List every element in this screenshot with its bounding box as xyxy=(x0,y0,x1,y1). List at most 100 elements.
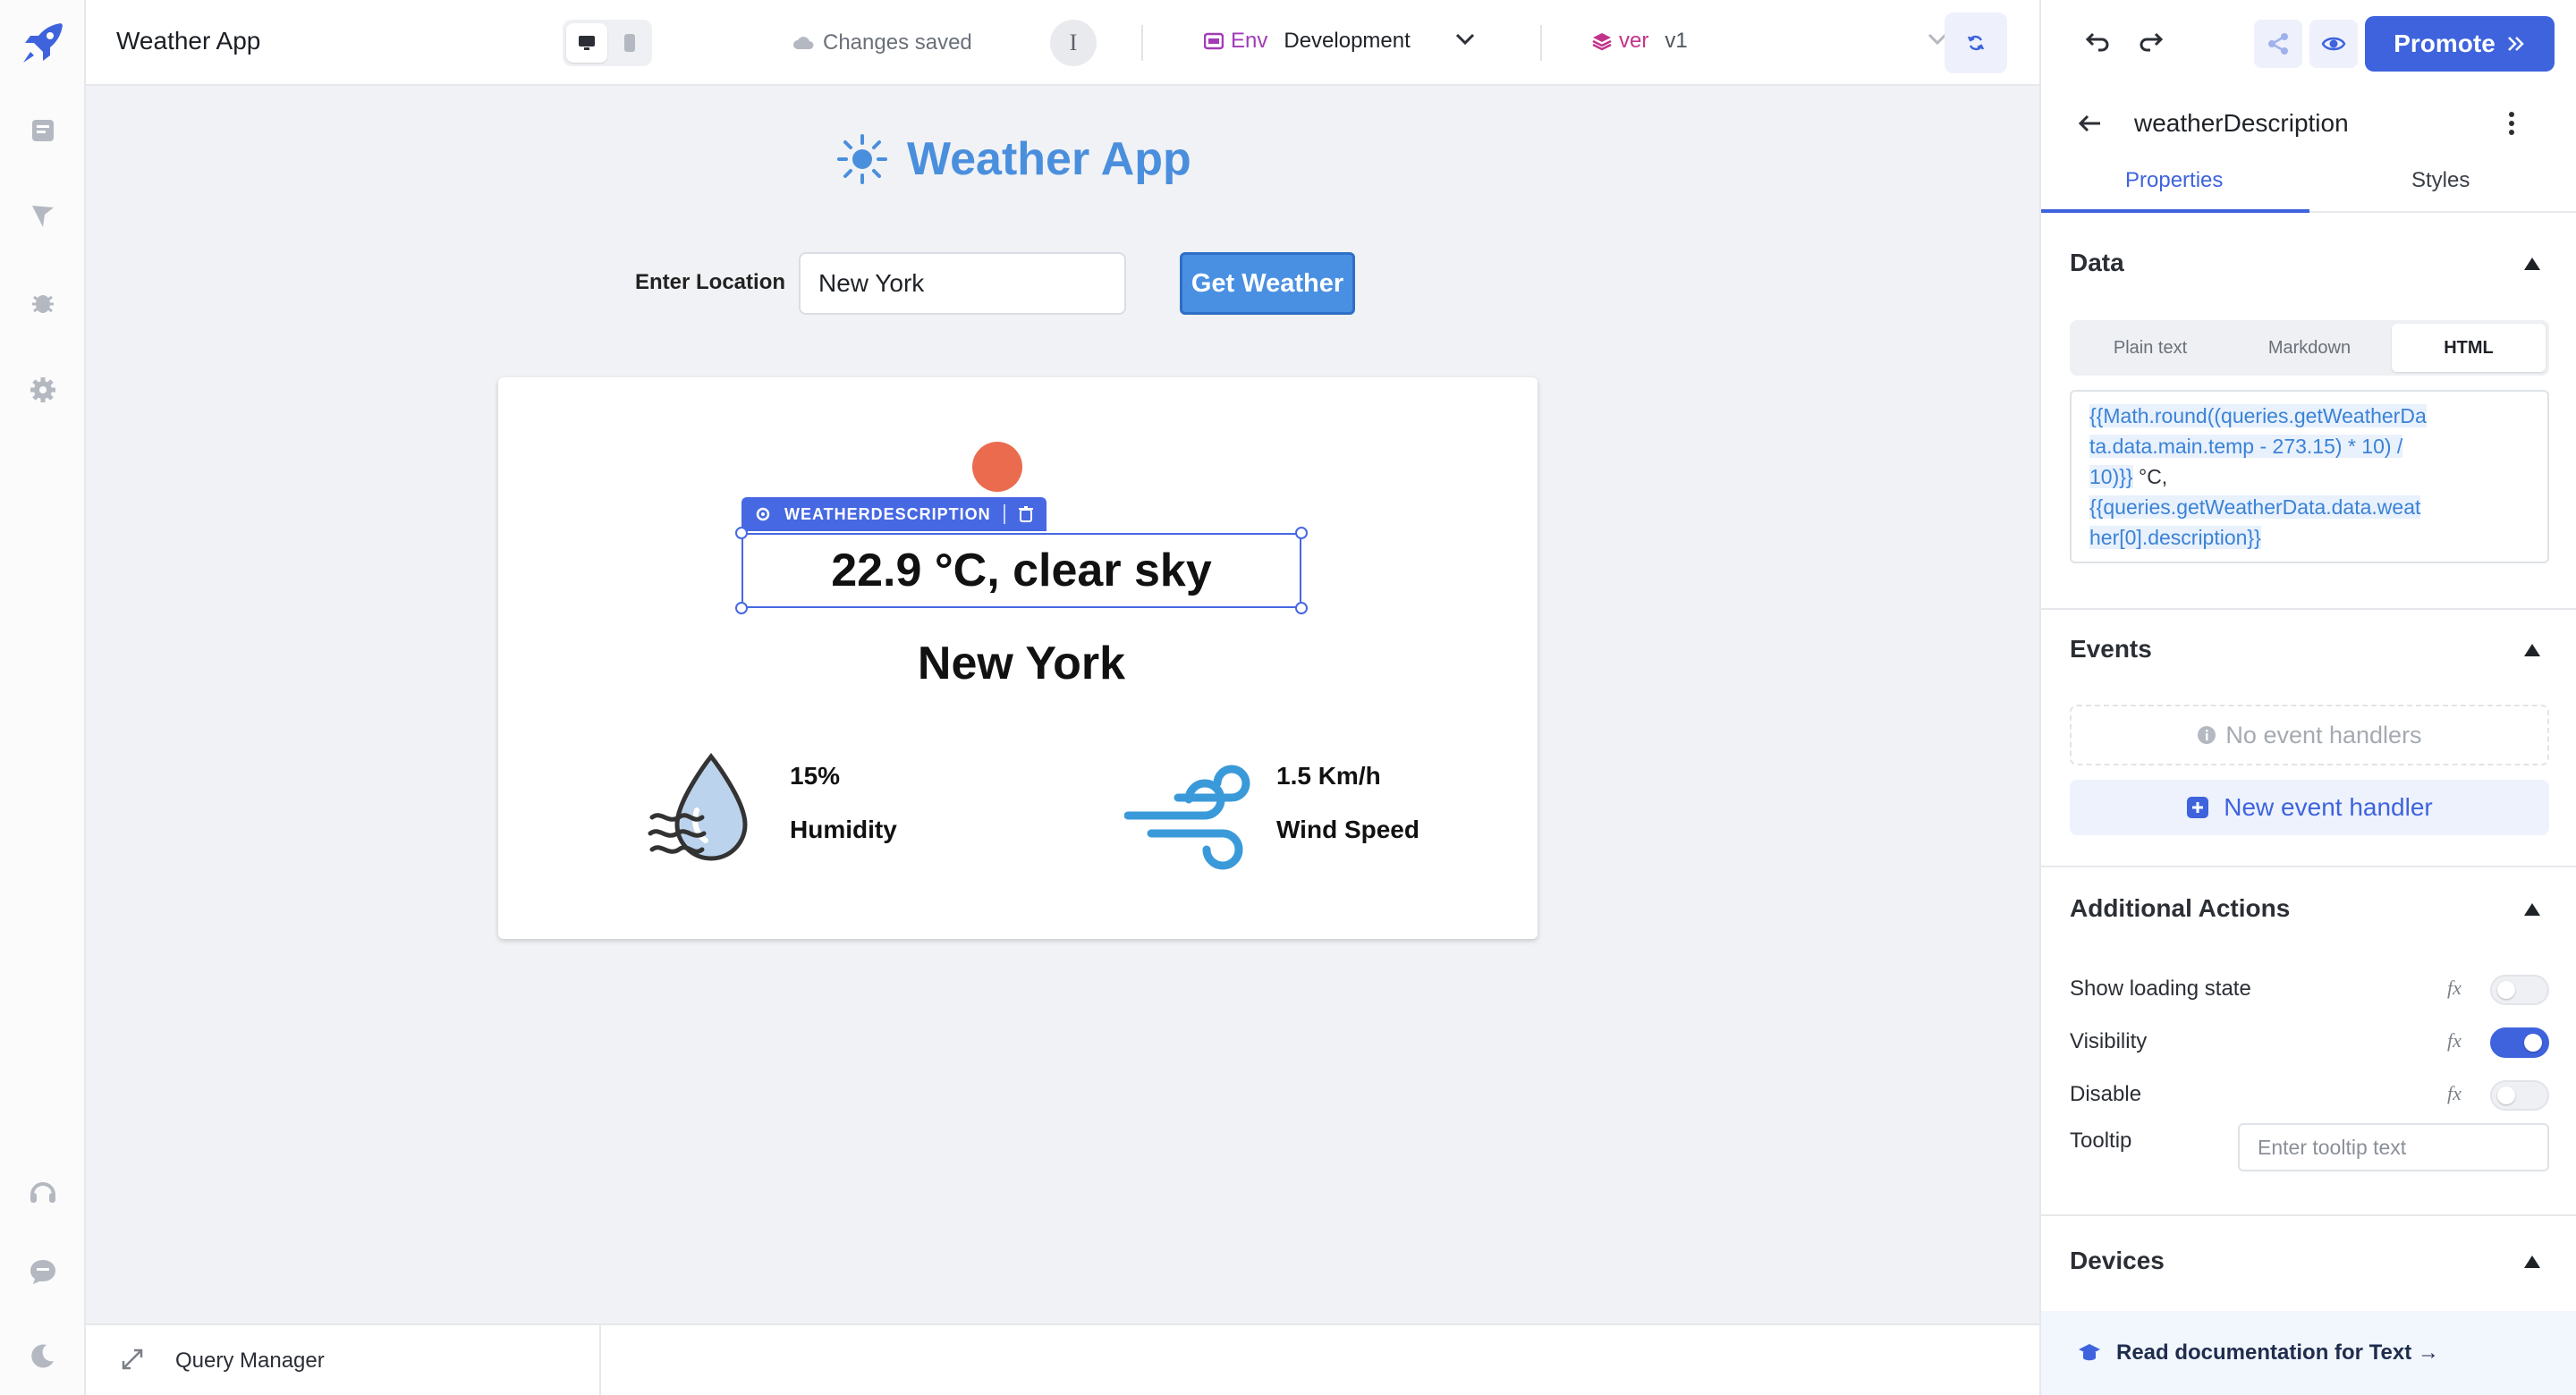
tab-properties[interactable]: Properties xyxy=(2125,168,2223,193)
collapse-caret-icon[interactable] xyxy=(2524,644,2540,656)
environment-selector[interactable]: Env Development xyxy=(1204,29,1411,54)
show-loading-state-toggle[interactable] xyxy=(2490,975,2549,1005)
promote-button[interactable]: Promote xyxy=(2365,16,2555,72)
dark-mode-moon-icon[interactable] xyxy=(25,1338,61,1374)
code-line: {{Math.round((queries.getWeatherDa xyxy=(2089,404,2427,427)
app-canvas[interactable]: Weather App Enter Location New York Get … xyxy=(86,86,2039,1323)
code-line: 10)}} xyxy=(2089,465,2133,488)
sun-icon xyxy=(837,134,887,184)
resize-handle[interactable] xyxy=(735,527,748,539)
refresh-button[interactable] xyxy=(1945,13,2007,73)
format-option-plain-text[interactable]: Plain text xyxy=(2073,324,2227,372)
no-event-handlers: No event handlers xyxy=(2070,705,2549,765)
collapse-caret-icon[interactable] xyxy=(2524,1256,2540,1268)
desktop-view-icon[interactable] xyxy=(566,23,607,63)
collapse-caret-icon[interactable] xyxy=(2524,903,2540,916)
city-name[interactable]: New York xyxy=(741,637,1301,690)
location-input[interactable]: New York xyxy=(799,252,1126,315)
tab-styles[interactable]: Styles xyxy=(2411,168,2470,193)
resize-handle[interactable] xyxy=(1295,527,1308,539)
section-divider xyxy=(2041,866,2576,867)
app-title[interactable]: Weather App xyxy=(116,27,260,55)
env-value: Development xyxy=(1284,29,1411,53)
app-heading[interactable]: Weather App xyxy=(835,132,1191,186)
humidity-label[interactable]: Humidity xyxy=(790,816,897,844)
version-tag-label: ver xyxy=(1619,29,1649,53)
code-line: °C, xyxy=(2132,465,2168,488)
info-button[interactable]: I xyxy=(1050,20,1097,66)
get-weather-button[interactable]: Get Weather xyxy=(1180,252,1355,315)
more-vertical-icon[interactable] xyxy=(2506,109,2517,142)
new-event-handler-button[interactable]: New event handler xyxy=(2070,780,2549,835)
divider xyxy=(599,1325,601,1395)
tooltip-label: Tooltip xyxy=(2070,1129,2132,1153)
location-label: Enter Location xyxy=(635,270,786,294)
disable-toggle[interactable] xyxy=(2490,1080,2549,1111)
visibility-toggle[interactable] xyxy=(2490,1027,2549,1058)
text-code-editor[interactable]: {{Math.round((queries.getWeatherDa ta.da… xyxy=(2070,390,2549,563)
fx-icon[interactable]: fx xyxy=(2447,1082,2462,1105)
support-headset-icon[interactable] xyxy=(25,1173,61,1209)
promote-label: Promote xyxy=(2394,30,2496,57)
format-option-markdown[interactable]: Markdown xyxy=(2233,324,2386,372)
code-line: her[0].description}} xyxy=(2089,526,2261,549)
undo-icon[interactable] xyxy=(2084,27,2113,60)
humidity-value[interactable]: 15% xyxy=(790,762,840,790)
collapse-caret-icon[interactable] xyxy=(2524,258,2540,270)
arrow-left-icon[interactable] xyxy=(2077,113,2104,139)
env-tag: Env xyxy=(1204,29,1267,54)
query-manager-label[interactable]: Query Manager xyxy=(175,1348,325,1374)
action-row-disable: Disable fx xyxy=(2070,1075,2549,1114)
divider xyxy=(1540,25,1542,61)
share-button[interactable] xyxy=(2254,20,2302,68)
debugger-bug-icon[interactable] xyxy=(25,284,61,320)
section-divider xyxy=(2041,608,2576,610)
wind-icon xyxy=(1123,748,1258,882)
fx-icon[interactable]: fx xyxy=(2447,1029,2462,1053)
wind-speed-label[interactable]: Wind Speed xyxy=(1276,816,1419,844)
inspector-panel: weatherDescription Properties Styles Dat… xyxy=(2041,86,2576,1395)
environment-icon xyxy=(1204,32,1224,50)
query-manager-bar[interactable]: Query Manager xyxy=(86,1323,2039,1395)
toggle-knob xyxy=(2524,1034,2542,1052)
resize-handle[interactable] xyxy=(1295,602,1308,614)
gear-icon[interactable] xyxy=(754,505,772,523)
chevron-down-icon[interactable] xyxy=(1454,32,1476,51)
weather-card[interactable]: WEATHERDESCRIPTION 22.9 °C, clear sky Ne… xyxy=(498,377,1538,939)
format-option-html[interactable]: HTML xyxy=(2392,324,2546,372)
action-row-tooltip: Tooltip Enter tooltip text xyxy=(2070,1123,2549,1173)
pages-icon[interactable] xyxy=(25,113,61,148)
weather-description-text[interactable]: 22.9 °C, clear sky xyxy=(741,544,1301,597)
rocket-logo-icon[interactable] xyxy=(16,16,70,70)
redo-icon[interactable] xyxy=(2136,27,2165,60)
chat-icon[interactable] xyxy=(25,1254,61,1289)
selected-component-tag[interactable]: WEATHERDESCRIPTION xyxy=(741,497,1046,531)
resize-handle[interactable] xyxy=(735,602,748,614)
env-tag-label: Env xyxy=(1231,29,1268,53)
top-header: Weather App Changes saved I Env Developm… xyxy=(86,0,2039,86)
documentation-link[interactable]: Read documentation for Text → xyxy=(2041,1311,2576,1395)
component-name[interactable]: weatherDescription xyxy=(2134,109,2349,138)
fx-icon[interactable]: fx xyxy=(2447,976,2462,1000)
settings-gear-icon[interactable] xyxy=(25,372,61,408)
section-title-devices[interactable]: Devices xyxy=(2070,1247,2165,1275)
format-segmented-control: Plain text Markdown HTML xyxy=(2070,320,2549,376)
section-title-additional-actions[interactable]: Additional Actions xyxy=(2070,894,2290,923)
inspector-icon[interactable] xyxy=(25,199,61,234)
version-selector[interactable]: ver v1 xyxy=(1592,29,1688,54)
weather-status-dot xyxy=(972,442,1022,492)
mobile-view-icon[interactable] xyxy=(611,23,648,63)
left-sidebar xyxy=(0,0,86,1395)
toggle-knob xyxy=(2497,981,2515,999)
device-view-toggle xyxy=(563,20,652,66)
code-line: ta.data.main.temp - 273.15) * 10) / xyxy=(2089,435,2403,458)
section-title-events[interactable]: Events xyxy=(2070,635,2152,664)
wind-speed-value[interactable]: 1.5 Km/h xyxy=(1276,762,1381,790)
panel-tabs: Properties Styles xyxy=(2041,157,2576,213)
expand-icon[interactable] xyxy=(118,1345,147,1378)
section-title-data[interactable]: Data xyxy=(2070,249,2124,277)
preview-button[interactable] xyxy=(2309,20,2358,68)
no-event-handlers-text: No event handlers xyxy=(2225,721,2422,748)
trash-icon[interactable] xyxy=(1018,505,1034,523)
tooltip-input[interactable]: Enter tooltip text xyxy=(2238,1123,2549,1171)
